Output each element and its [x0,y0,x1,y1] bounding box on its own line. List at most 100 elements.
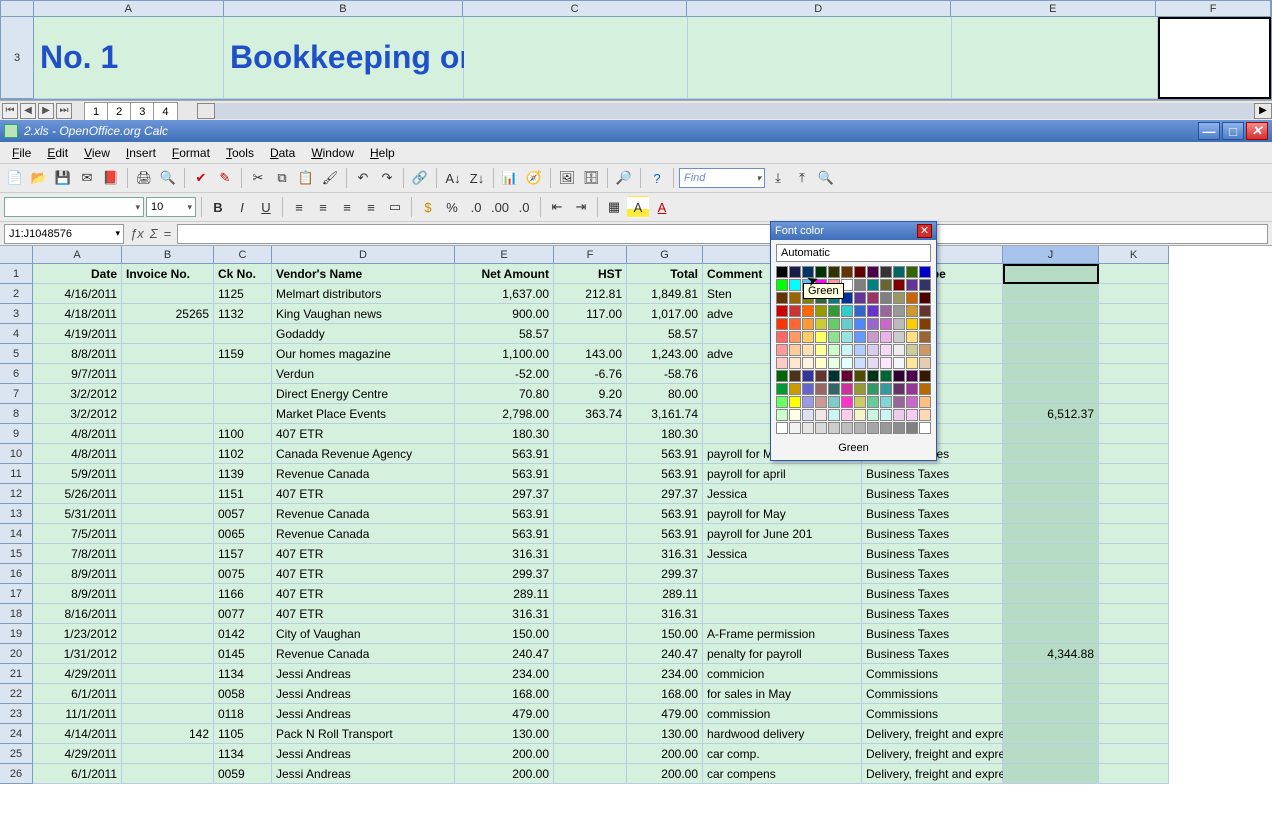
color-swatch[interactable] [919,344,931,356]
color-swatch[interactable] [841,318,853,330]
cell[interactable]: Total [627,264,703,284]
cell[interactable]: 1,017.00 [627,304,703,324]
cell[interactable]: 0142 [214,624,272,644]
color-swatch[interactable] [789,370,801,382]
color-swatch[interactable] [789,383,801,395]
cell[interactable] [1099,484,1169,504]
cell[interactable]: Verdun [272,364,455,384]
color-swatch[interactable] [828,422,840,434]
cut-icon[interactable]: ✂ [247,167,269,189]
bold-button[interactable]: B [207,196,229,218]
color-swatch[interactable] [802,344,814,356]
cell[interactable] [1099,664,1169,684]
find-prev-icon[interactable]: ⤒ [791,167,813,189]
cell[interactable] [122,744,214,764]
cell[interactable] [1099,464,1169,484]
cell[interactable]: 1132 [214,304,272,324]
color-swatch[interactable] [893,305,905,317]
cell[interactable]: 563.91 [455,524,554,544]
row-header[interactable]: 8 [0,404,33,424]
hscrollbar[interactable]: ▶ [197,103,1272,119]
save-icon[interactable]: 💾 [52,167,74,189]
number-icon[interactable]: .0 [465,196,487,218]
cell[interactable] [122,324,214,344]
sheet-tab[interactable]: 4 [153,102,177,120]
cell[interactable] [122,464,214,484]
row-header[interactable]: 22 [0,684,33,704]
cell[interactable]: 297.37 [627,484,703,504]
color-swatch[interactable] [867,370,879,382]
cell[interactable]: 9/7/2011 [33,364,122,384]
cell[interactable]: 0118 [214,704,272,724]
cell[interactable] [122,604,214,624]
cell[interactable]: -52.00 [455,364,554,384]
color-swatch[interactable] [802,305,814,317]
cell[interactable] [1099,604,1169,624]
minimize-button[interactable]: — [1198,122,1220,140]
color-swatch[interactable] [919,279,931,291]
cell[interactable]: Business Taxes [862,644,1003,664]
color-swatch[interactable] [828,344,840,356]
col-header[interactable]: A [33,246,122,264]
color-swatch[interactable] [893,422,905,434]
col-header[interactable]: K [1099,246,1169,264]
maximize-button[interactable]: □ [1222,122,1244,140]
cell[interactable]: Commissions [862,664,1003,684]
scroll-right-icon[interactable]: ▶ [1254,103,1272,119]
col-header-selected[interactable]: J [1003,246,1099,264]
color-swatch[interactable] [880,370,892,382]
cell[interactable]: Business Taxes [862,624,1003,644]
nav-next-icon[interactable]: ▶ [38,103,54,119]
cell[interactable]: Delivery, freight and express [862,724,1003,744]
cell[interactable]: for sales in May [703,684,862,704]
cell[interactable]: Delivery, freight and express [862,744,1003,764]
cell[interactable]: 1,637.00 [455,284,554,304]
cell[interactable]: 4/29/2011 [33,664,122,684]
cell[interactable] [122,764,214,784]
cell[interactable] [554,584,627,604]
cell[interactable]: 180.30 [455,424,554,444]
find-combo[interactable]: Find [679,168,765,188]
preview-icon[interactable]: 🔍 [157,167,179,189]
col-header[interactable]: E [951,1,1157,17]
bgcolor-icon[interactable]: A [627,196,649,218]
cell[interactable]: 8/9/2011 [33,564,122,584]
color-swatch[interactable] [867,422,879,434]
cell[interactable] [554,604,627,624]
menu-file[interactable]: File [4,144,39,162]
cell[interactable]: 4/8/2011 [33,424,122,444]
row-header[interactable]: 20 [0,644,33,664]
menu-help[interactable]: Help [362,144,403,162]
color-swatch[interactable] [867,344,879,356]
cell[interactable] [1003,444,1099,464]
cell[interactable]: Revenue Canada [272,524,455,544]
color-swatch[interactable] [893,396,905,408]
popup-close-button[interactable]: ✕ [917,224,932,238]
cell[interactable]: Business Taxes [862,544,1003,564]
cell[interactable] [122,504,214,524]
row-header[interactable]: 1 [0,264,33,284]
email-icon[interactable]: ✉ [76,167,98,189]
cell[interactable]: 4/29/2011 [33,744,122,764]
cell[interactable]: 0058 [214,684,272,704]
cell[interactable] [1099,404,1169,424]
cell[interactable]: Revenue Canada [272,644,455,664]
color-swatch[interactable] [789,422,801,434]
cell[interactable]: Melmart distributors [272,284,455,304]
cell[interactable] [122,384,214,404]
row-header[interactable]: 16 [0,564,33,584]
cell[interactable]: car comp. [703,744,862,764]
popup-titlebar[interactable]: Font color ✕ [771,222,936,240]
cell[interactable] [1003,604,1099,624]
cell[interactable]: 563.91 [455,504,554,524]
cell[interactable]: 58.57 [455,324,554,344]
row-header[interactable]: 11 [0,464,33,484]
color-swatch[interactable] [906,370,918,382]
cell[interactable] [1099,684,1169,704]
cell[interactable] [1003,504,1099,524]
color-swatch[interactable] [815,422,827,434]
cell[interactable]: 0145 [214,644,272,664]
cell[interactable] [688,17,952,99]
color-swatch[interactable] [776,266,788,278]
color-swatch[interactable] [789,305,801,317]
